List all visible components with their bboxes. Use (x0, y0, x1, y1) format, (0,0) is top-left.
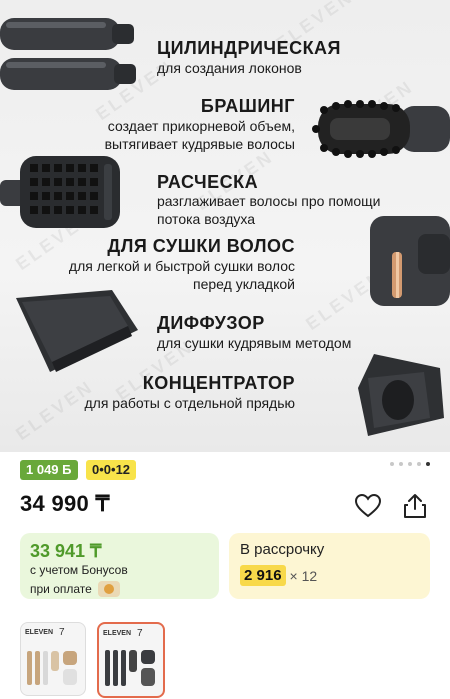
product-set-image (105, 650, 155, 686)
product-thumbnail[interactable]: ELEVEN 7 (20, 622, 86, 696)
attachment-description: для сушки кудрявым методом (157, 335, 352, 351)
dryer-attachment-illustration (370, 216, 450, 306)
bonus-badge: 1 049 Б (20, 460, 78, 480)
product-image-gallery[interactable]: ELEVEN ELEVEN ELEVEN ELEVEN ELEVEN ELEVE… (0, 0, 450, 452)
payment-method-icon (97, 581, 120, 597)
favorite-button[interactable] (354, 492, 382, 520)
attachment-description: перед укладкой (193, 276, 295, 292)
bonus-note: при оплате (30, 582, 92, 596)
attachment-title: КОНЦЕНТРАТОР (142, 373, 295, 393)
heart-icon (355, 494, 381, 518)
image-pager[interactable] (390, 462, 430, 466)
attachment-title: РАСЧЕСКА (157, 172, 259, 192)
share-button[interactable] (401, 492, 429, 520)
bonus-price-card[interactable]: 33 941 ₸ с учетом Бонусов при оплате (20, 533, 219, 599)
diffuser-illustration (16, 290, 138, 372)
paddle-comb-illustration (0, 156, 120, 228)
product-thumbnail-selected[interactable]: ELEVEN 7 (97, 622, 165, 698)
concentrator-illustration (358, 354, 444, 436)
attachment-description: вытягивает кудрявые волосы (104, 136, 295, 152)
attachment-description: для создания локонов (157, 60, 302, 76)
share-icon (404, 494, 426, 518)
pager-dot[interactable] (399, 462, 403, 466)
attachment-description: разглаживает волосы про помощи (157, 193, 381, 209)
attachment-description: потока воздуха (157, 211, 256, 227)
installment-card[interactable]: В рассрочку 2 916 × 12 (229, 533, 430, 599)
attachment-description: для легкой и быстрой сушки волос (68, 258, 295, 274)
round-brush-illustration (312, 100, 450, 158)
attachment-description: для работы с отдельной прядью (84, 395, 296, 411)
product-set-image (27, 651, 77, 685)
attachment-title: ДЛЯ СУШКИ ВОЛОС (107, 236, 295, 256)
thumbnail-brand: ELEVEN (25, 629, 54, 636)
pager-dot[interactable] (390, 462, 394, 466)
pager-dot-active[interactable] (426, 462, 430, 466)
product-price: 34 990 ₸ (20, 491, 110, 516)
installment-months: × 12 (289, 567, 318, 584)
installment-amount: 2 916 (240, 565, 286, 586)
attachment-title: БРАШИНГ (200, 96, 295, 116)
thumbnail-brand: ELEVEN (103, 630, 132, 637)
thumbnail-model: 7 (59, 627, 65, 638)
installment-badge: 0•0•12 (86, 460, 137, 480)
bonus-price: 33 941 ₸ (30, 541, 102, 561)
installment-title: В рассрочку (240, 541, 325, 558)
attachment-description: создает прикорневой объем, (107, 118, 295, 134)
curling-barrel-illustration (0, 18, 136, 90)
attachment-title: ЦИЛИНДРИЧЕСКАЯ (157, 38, 341, 58)
bonus-note: с учетом Бонусов (30, 563, 128, 577)
attachment-title: ДИФФУЗОР (157, 313, 265, 333)
pager-dot[interactable] (417, 462, 421, 466)
thumbnail-model: 7 (137, 628, 143, 639)
pager-dot[interactable] (408, 462, 412, 466)
